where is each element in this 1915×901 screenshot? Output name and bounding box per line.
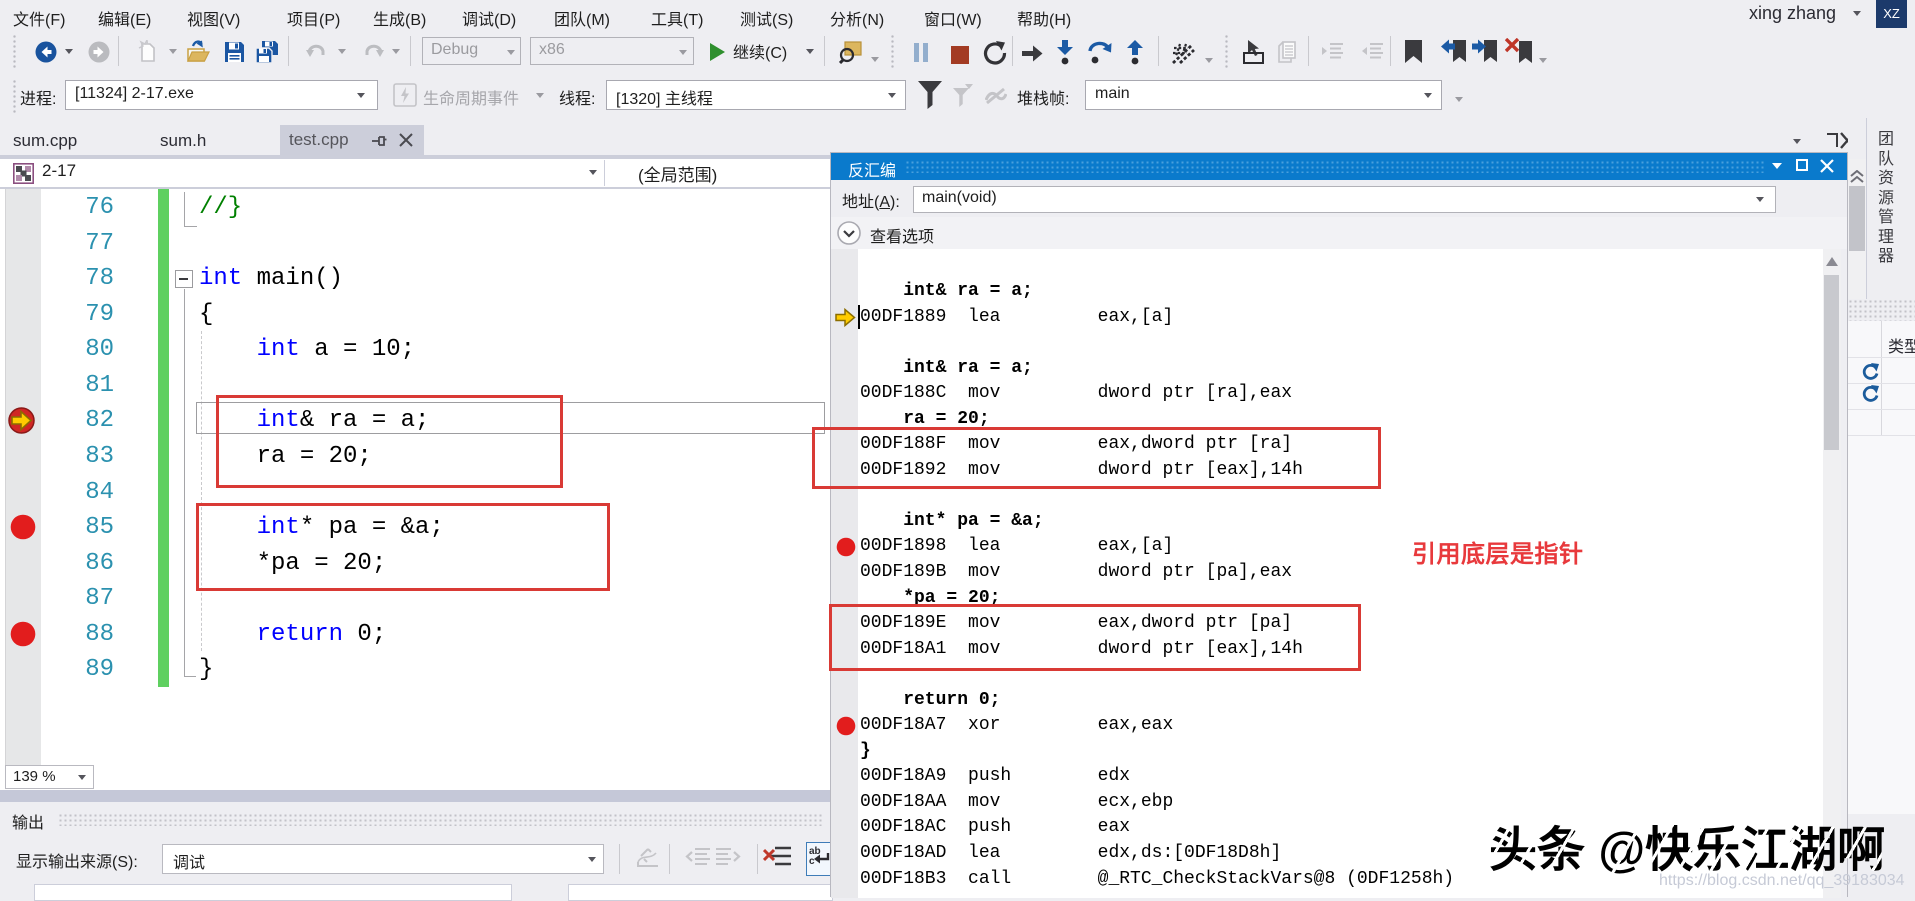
svg-text:c: c — [809, 856, 815, 867]
